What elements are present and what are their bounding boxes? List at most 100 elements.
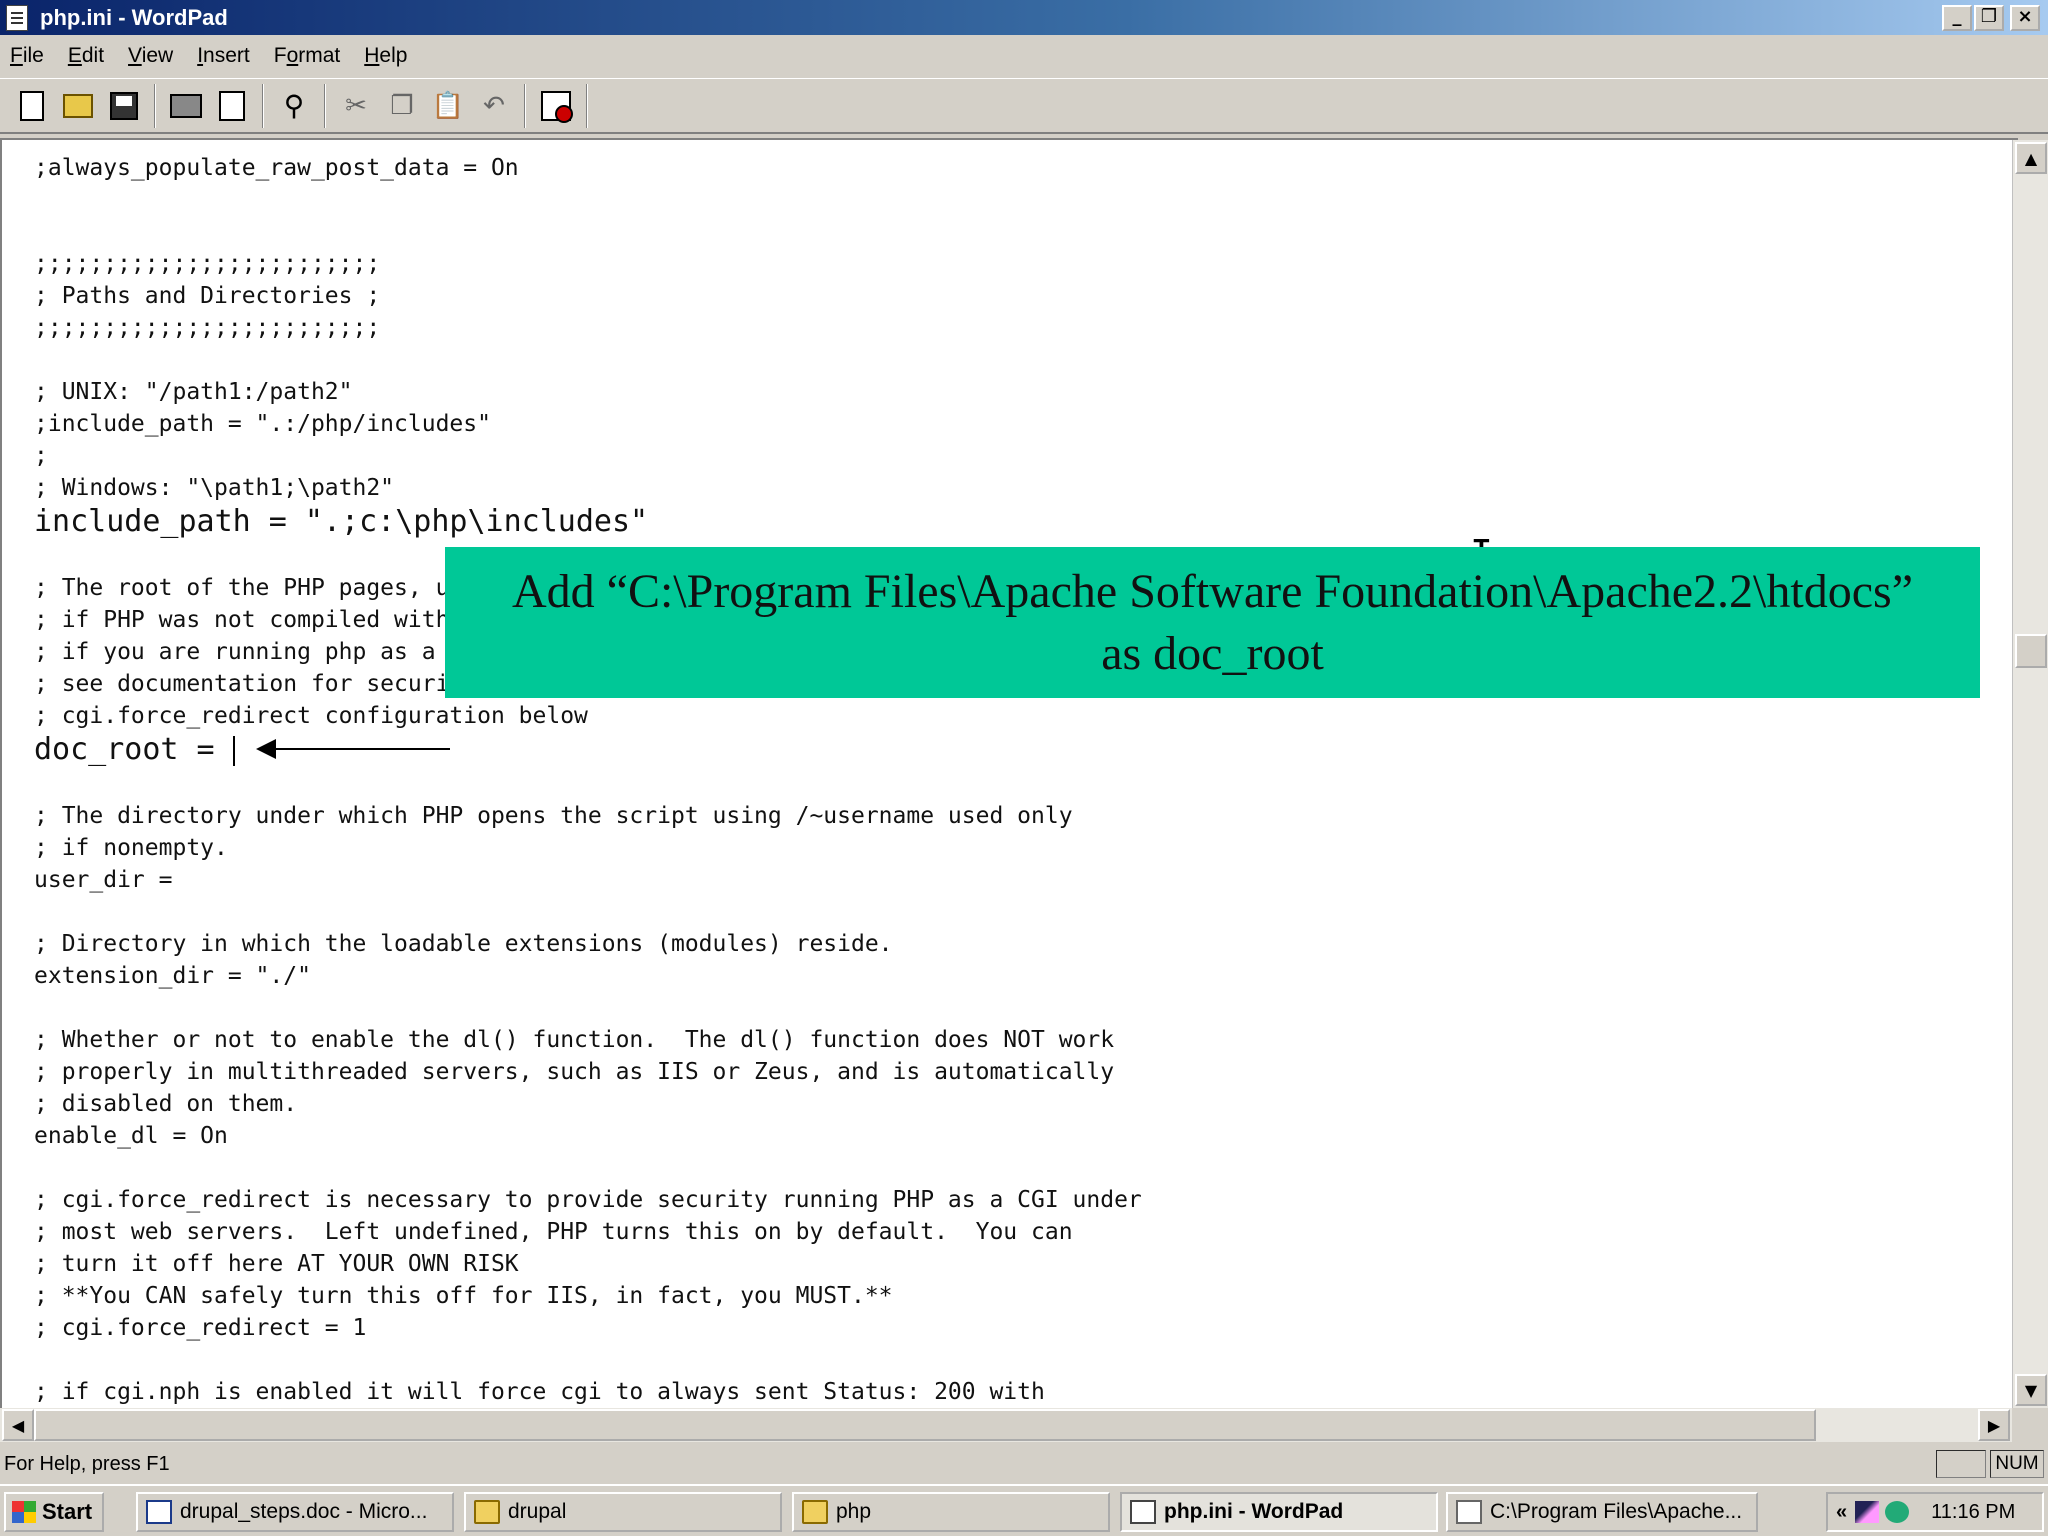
document-line[interactable]: ; Directory in which the loadable extens… xyxy=(34,928,1142,960)
print-preview-button[interactable] xyxy=(212,86,252,126)
undo-icon: ↶ xyxy=(483,90,505,121)
new-button[interactable] xyxy=(12,86,52,126)
document-line[interactable]: ; Windows: "\path1;\path2" xyxy=(34,472,1142,504)
document-line[interactable] xyxy=(34,184,1142,216)
copy-icon: ❐ xyxy=(390,90,414,121)
horizontal-scrollbar[interactable]: ◀ ▶ xyxy=(0,1408,2012,1442)
taskbar-item-php-folder[interactable]: php xyxy=(792,1492,1110,1532)
start-label: Start xyxy=(42,1499,93,1524)
menu-label-rest: ile xyxy=(22,44,44,67)
document-line[interactable]: ; if nonempty. xyxy=(34,832,1142,864)
text-caret xyxy=(232,735,235,766)
document-line[interactable] xyxy=(34,992,1142,1024)
arrow-left-icon: ◀ xyxy=(11,1415,25,1435)
document-line[interactable]: ; **You CAN safely turn this off for IIS… xyxy=(34,1280,1142,1312)
menu-insert[interactable]: Insert xyxy=(197,44,250,68)
document-line[interactable]: ; properly in multithreaded servers, suc… xyxy=(34,1056,1142,1088)
document-line[interactable]: ; most web servers. Left undefined, PHP … xyxy=(34,1216,1142,1248)
menu-edit[interactable]: Edit xyxy=(68,44,104,68)
document-line[interactable]: ; turn it off here AT YOUR OWN RISK xyxy=(34,1248,1142,1280)
wordpad-app-icon[interactable] xyxy=(6,4,28,31)
cut-button[interactable]: ✂ xyxy=(336,86,376,126)
wordpad-icon xyxy=(1130,1500,1156,1524)
print-button[interactable] xyxy=(166,86,206,126)
notepad-icon xyxy=(1456,1500,1482,1524)
open-button[interactable] xyxy=(58,86,98,126)
num-lock-indicator: NUM xyxy=(1990,1450,2044,1478)
document-line[interactable] xyxy=(34,768,1142,800)
show-hidden-icons-button[interactable]: « xyxy=(1836,1501,1847,1524)
document-line[interactable]: ;always_populate_raw_post_data = On xyxy=(34,152,1142,184)
document-line[interactable]: ; disabled on them. xyxy=(34,1088,1142,1120)
document-line[interactable] xyxy=(34,216,1142,248)
document-line[interactable] xyxy=(34,1152,1142,1184)
menu-mnemonic: V xyxy=(128,44,142,67)
document-line[interactable]: include_path = ".;c:\php\includes" xyxy=(34,504,1142,540)
windows-logo-icon xyxy=(12,1501,36,1523)
document-text[interactable]: ;always_populate_raw_post_data = On;;;;;… xyxy=(34,152,1142,1408)
copy-button[interactable]: ❐ xyxy=(382,86,422,126)
document-line[interactable]: doc_root = xyxy=(34,732,1142,768)
scroll-right-button[interactable]: ▶ xyxy=(1978,1409,2010,1441)
document-line[interactable]: ;;;;;;;;;;;;;;;;;;;;;;;;; xyxy=(34,312,1142,344)
vertical-scroll-thumb[interactable] xyxy=(2015,634,2047,668)
document-line[interactable]: user_dir = xyxy=(34,864,1142,896)
vertical-scrollbar[interactable]: ▲ ▼ xyxy=(2012,140,2048,1408)
document-line[interactable]: ; cgi.force_redirect configuration below xyxy=(34,700,1142,732)
scroll-left-button[interactable]: ◀ xyxy=(2,1409,34,1441)
taskbar-item-drupal-folder[interactable]: drupal xyxy=(464,1492,782,1532)
document-line[interactable]: ; Paths and Directories ; xyxy=(34,280,1142,312)
document-line[interactable]: ; Whether or not to enable the dl() func… xyxy=(34,1024,1142,1056)
clock[interactable]: 11:16 PM xyxy=(1931,1501,2015,1524)
menu-label-rest: iew xyxy=(141,44,174,67)
toolbar: ⚲ ✂ ❐ 📋 ↶ xyxy=(0,78,2048,134)
print-icon xyxy=(170,93,202,118)
date-time-button[interactable] xyxy=(536,86,576,126)
document-line[interactable]: ; cgi.force_redirect = 1 xyxy=(34,1312,1142,1344)
document-line[interactable]: ; UNIX: "/path1:/path2" xyxy=(34,376,1142,408)
document-line[interactable]: enable_dl = On xyxy=(34,1120,1142,1152)
document-line[interactable] xyxy=(34,896,1142,928)
paste-button[interactable]: 📋 xyxy=(428,86,468,126)
document-line[interactable]: ;;;;;;;;;;;;;;;;;;;;;;;;; xyxy=(34,248,1142,280)
taskbar-item-wordpad[interactable]: php.ini - WordPad xyxy=(1120,1492,1438,1532)
minimize-button[interactable]: _ xyxy=(1942,5,1972,31)
close-button[interactable]: × xyxy=(2010,5,2040,31)
word-document-icon xyxy=(146,1500,172,1524)
open-icon xyxy=(63,93,93,118)
title-bar[interactable]: php.ini - WordPad _ ❐ × xyxy=(0,0,2048,35)
taskbar-item-label: php.ini - WordPad xyxy=(1164,1500,1344,1523)
document-line[interactable]: ; xyxy=(34,440,1142,472)
save-button[interactable] xyxy=(104,86,144,126)
horizontal-scroll-thumb[interactable] xyxy=(34,1409,1816,1441)
document-editor[interactable]: ;always_populate_raw_post_data = On;;;;;… xyxy=(0,138,2018,1408)
annotation-callout: Add “C:\Program Files\Apache Software Fo… xyxy=(445,547,1980,698)
undo-button[interactable]: ↶ xyxy=(474,86,514,126)
scroll-up-button[interactable]: ▲ xyxy=(2015,142,2047,174)
find-button[interactable]: ⚲ xyxy=(274,86,314,126)
paste-icon: 📋 xyxy=(431,90,465,121)
menu-file[interactable]: File xyxy=(10,44,44,68)
document-line[interactable]: extension_dir = "./" xyxy=(34,960,1142,992)
network-icon[interactable] xyxy=(1855,1501,1880,1523)
menu-help[interactable]: Help xyxy=(364,44,407,68)
document-line[interactable] xyxy=(34,1344,1142,1376)
document-line[interactable] xyxy=(34,344,1142,376)
taskbar-item-drupal-steps[interactable]: drupal_steps.doc - Micro... xyxy=(136,1492,454,1532)
document-line[interactable]: ; The directory under which PHP opens th… xyxy=(34,800,1142,832)
document-line[interactable]: ; if cgi.nph is enabled it will force cg… xyxy=(34,1376,1142,1408)
menu-view[interactable]: View xyxy=(128,44,173,68)
restore-button[interactable]: ❐ xyxy=(1974,5,2004,31)
menu-format[interactable]: Format xyxy=(274,44,341,68)
callout-line-2: as doc_root xyxy=(1101,626,1324,680)
scroll-down-button[interactable]: ▼ xyxy=(2015,1374,2047,1406)
window-title: php.ini - WordPad xyxy=(40,4,228,30)
start-button[interactable]: Start xyxy=(4,1492,104,1532)
media-player-icon[interactable] xyxy=(1885,1501,1910,1523)
document-line[interactable]: ; cgi.force_redirect is necessary to pro… xyxy=(34,1184,1142,1216)
taskbar-item-label: drupal xyxy=(508,1500,567,1523)
menu-label-rest: nsert xyxy=(203,44,250,67)
taskbar-item-apache-path[interactable]: C:\Program Files\Apache... xyxy=(1446,1492,1758,1532)
document-line[interactable]: ;include_path = ".:/php/includes" xyxy=(34,408,1142,440)
annotation-arrow-icon xyxy=(256,739,450,759)
